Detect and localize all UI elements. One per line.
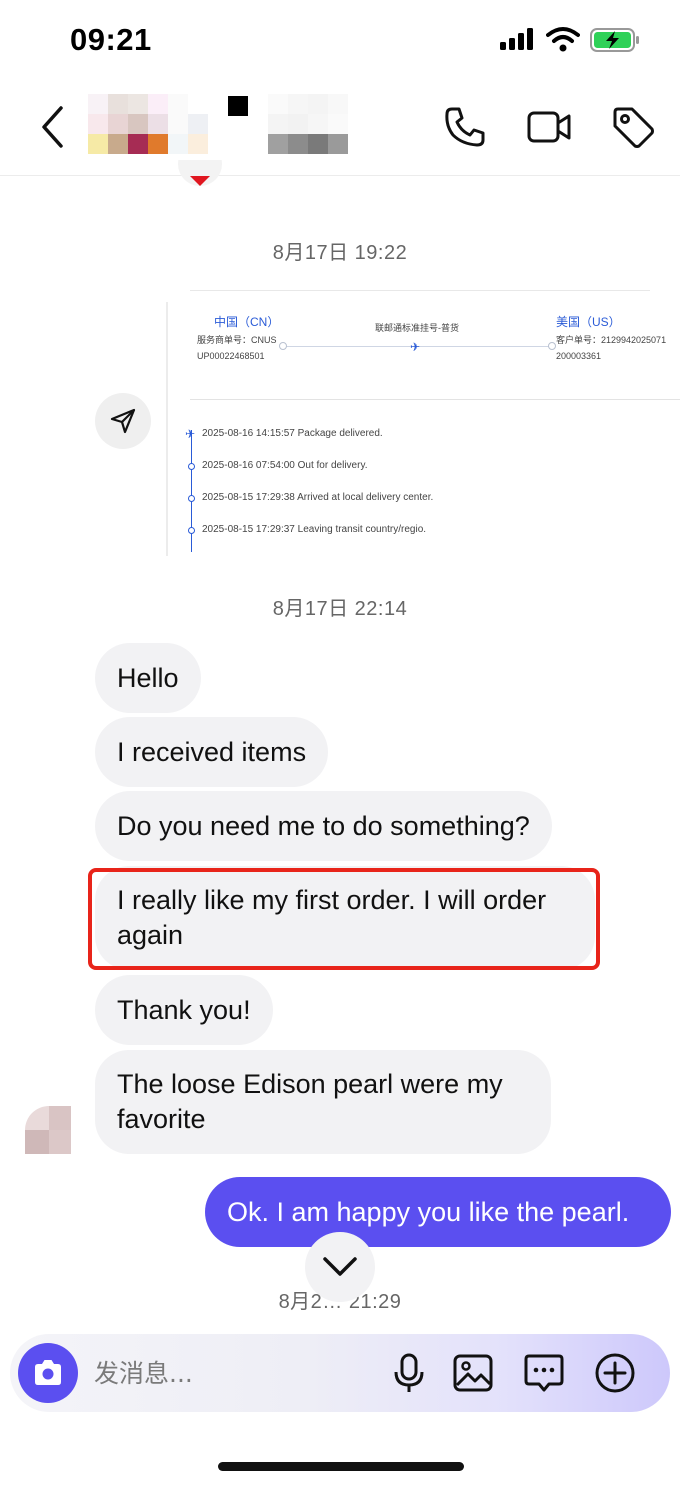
phone-icon[interactable]: [442, 104, 488, 150]
scroll-to-bottom-button[interactable]: [305, 1232, 375, 1302]
chevron-down-icon: [323, 1257, 357, 1276]
dest-number-label: 客户单号：2129942025071: [556, 335, 667, 345]
chat-header: [0, 80, 680, 176]
cellular-signal-icon: [500, 28, 533, 50]
camera-icon: [35, 1360, 61, 1385]
route-start-dot: [279, 342, 287, 350]
battery-charging-icon: [590, 28, 639, 52]
timeline-dot: [188, 463, 195, 470]
contact-name-blurred[interactable]: [268, 94, 348, 154]
timestamp: 8月17日 22:14: [272, 598, 408, 620]
camera-button[interactable]: [18, 1343, 78, 1403]
tracking-event: 2025-08-15 17:29:38 Arrived at local del…: [202, 492, 434, 503]
divider: [166, 302, 168, 556]
share-button[interactable]: [95, 393, 151, 449]
timestamp: 8月17日 19:22: [272, 242, 408, 264]
plus-circle-icon[interactable]: [594, 1352, 636, 1394]
plane-icon: ✈: [185, 427, 196, 441]
plane-icon: ✈: [410, 340, 421, 354]
message-bubble-received[interactable]: The loose Edison pearl were my favorite: [95, 1050, 551, 1154]
message-bubble-received[interactable]: Hello: [95, 643, 201, 713]
microphone-icon[interactable]: [388, 1352, 430, 1394]
sender-avatar[interactable]: [25, 1106, 71, 1156]
route-end-dot: [548, 342, 556, 350]
tracking-event: 2025-08-16 07:54:00 Out for delivery.: [202, 460, 368, 471]
origin-number-label: 服务商单号：CNUS: [197, 335, 277, 345]
message-bubble-received[interactable]: Do you need me to do something?: [95, 791, 552, 861]
divider: [190, 399, 680, 400]
shipping-service: 联邮通标准挂号-普货: [375, 323, 459, 333]
avatar-blur-pixel: [228, 96, 248, 116]
timeline-dot: [188, 495, 195, 502]
wifi-icon: [546, 27, 580, 52]
message-bubble-received[interactable]: I received items: [95, 717, 329, 787]
dest-number: 200003361: [556, 351, 602, 361]
timeline-dot: [188, 527, 195, 534]
status-time: 09:21: [70, 22, 152, 57]
home-indicator[interactable]: [218, 1462, 464, 1471]
send-icon: [110, 408, 136, 434]
video-camera-icon[interactable]: [526, 104, 572, 150]
quick-reply-icon[interactable]: [523, 1352, 565, 1394]
back-arrow-icon[interactable]: [36, 104, 70, 150]
destination-country: 美国（US）: [556, 315, 621, 329]
status-bar: 09:21: [0, 0, 680, 80]
image-icon[interactable]: [452, 1352, 494, 1394]
message-bubble-sent[interactable]: Ok. I am happy you like the pearl.: [205, 1177, 671, 1247]
tracking-event: 2025-08-16 14:15:57 Package delivered.: [202, 428, 383, 439]
tracking-event: 2025-08-15 17:29:37 Leaving transit coun…: [202, 524, 427, 535]
tag-icon[interactable]: [610, 104, 656, 150]
message-input[interactable]: [94, 1352, 374, 1394]
message-input-bar: [10, 1334, 670, 1412]
message-bubble-received[interactable]: Thank you!: [95, 975, 273, 1045]
origin-number: UP00022468501: [197, 351, 265, 361]
origin-country: 中国（CN）: [214, 315, 280, 329]
tracking-card[interactable]: 中国（CN） 美国（US） 联邮通标准挂号-普货 服务商单号：CNUS UP00…: [166, 280, 680, 556]
divider: [190, 290, 650, 291]
highlight-box: [88, 868, 600, 970]
heart-sticker-icon: [176, 160, 224, 196]
